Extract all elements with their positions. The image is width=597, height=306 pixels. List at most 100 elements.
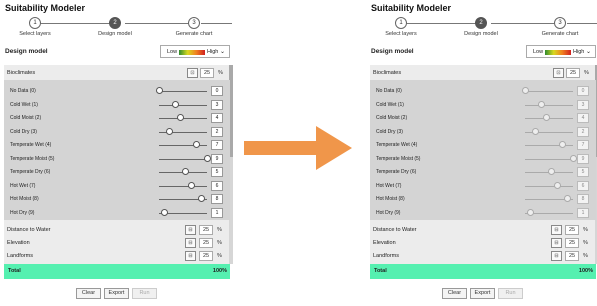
weight-slider-thumb[interactable] [155,87,163,94]
weight-value-input[interactable]: 8 [211,194,223,204]
weight-slider-track[interactable] [159,104,207,106]
weight-slider-thumb[interactable] [553,181,561,189]
step-design-model[interactable]: 2 Design model [80,17,150,37]
color-ramp-select[interactable]: Low High ⌄ [526,45,596,58]
subcriterion-row: Cold Moist (2) 4 [370,111,596,125]
weight-slider-thumb[interactable] [542,114,550,121]
weight-slider-thumb[interactable] [198,195,206,202]
subcriterion-label: No Data (0) [376,88,402,94]
subcriterion-row: No Data (0) 0 [4,84,230,98]
weight-value-input[interactable]: 8 [577,194,589,204]
weight-slider-thumb[interactable] [171,100,179,108]
weight-input[interactable]: 25 [199,225,213,235]
criterion-label: Elevation [7,240,30,246]
weight-slider-track[interactable] [159,158,207,160]
subcriterion-label: Temperate Wet (4) [10,142,52,148]
weight-value-input[interactable]: 6 [577,180,589,191]
weight-value-input[interactable]: 0 [577,86,589,96]
lock-icon[interactable]: ⊡ [553,68,564,78]
lock-icon[interactable]: ⊟ [551,238,562,248]
total-label: Total [8,268,21,274]
weight-input[interactable]: 25 [566,68,580,78]
weight-slider-track[interactable] [525,104,573,106]
step-generate-chart[interactable]: 3 Generate chart [159,17,229,37]
weight-input[interactable]: 25 [565,225,579,235]
subcriterion-row: Hot Wet (7) 6 [4,179,230,193]
export-button[interactable]: Export [104,288,129,299]
weight-slider-thumb[interactable] [203,154,211,162]
percent-unit: % [583,253,588,259]
weight-slider-track[interactable] [159,91,207,92]
weight-slider-thumb[interactable] [526,208,534,216]
subcriterion-label: Cold Dry (3) [10,128,37,135]
weight-value-input[interactable]: 7 [577,140,589,150]
step-generate-chart[interactable]: 3 Generate chart [525,17,595,37]
step-design-model[interactable]: 2 Design model [446,17,516,37]
percent-unit: % [584,70,589,76]
subcriterion-row: Temperate Wet (4) 7 [4,138,230,152]
step-number: 1 [29,17,41,29]
lock-icon[interactable]: ⊟ [551,251,562,261]
total-value: 100% [212,268,227,274]
color-ramp-select[interactable]: Low High ⌄ [160,45,230,58]
weight-slider-thumb[interactable] [166,127,174,135]
weight-slider-thumb[interactable] [564,195,572,202]
weight-slider-thumb[interactable] [182,168,190,175]
total-value: 100% [578,268,593,274]
weight-value-input[interactable]: 7 [211,140,223,150]
criterion-elevation: Elevation ⊟ 25 % [370,237,596,250]
run-button[interactable]: Run [132,288,157,299]
weight-input[interactable]: 25 [565,238,579,248]
weight-slider-thumb[interactable] [569,154,577,162]
weight-slider-thumb[interactable] [548,168,556,175]
weight-value-input[interactable]: 3 [577,99,589,110]
weight-value-input[interactable]: 4 [577,113,589,123]
weight-slider-thumb[interactable] [558,141,566,148]
weight-value-input[interactable]: 2 [577,126,589,137]
lock-icon[interactable]: ⊟ [551,225,562,235]
weight-slider-thumb[interactable] [192,141,200,148]
weight-value-input[interactable]: 2 [211,126,223,137]
weight-slider-thumb[interactable] [532,127,540,135]
weight-slider-track[interactable] [525,91,573,92]
clear-button[interactable]: Clear [76,288,101,299]
lock-icon[interactable]: ⊟ [185,225,196,235]
weight-slider-track[interactable] [159,185,207,187]
clear-button[interactable]: Clear [442,288,467,299]
weight-value-input[interactable]: 9 [577,153,589,164]
weight-value-input[interactable]: 3 [211,99,223,110]
legend-low-label: Low [533,49,544,55]
weight-slider-thumb[interactable] [537,100,545,108]
legend-high-label: High [573,49,585,55]
lock-icon[interactable]: ⊡ [187,68,198,78]
weight-slider-thumb[interactable] [160,208,168,216]
weight-value-input[interactable]: 1 [577,207,589,218]
weight-input[interactable]: 25 [565,251,579,261]
export-button[interactable]: Export [470,288,495,299]
design-title: Design model [371,48,414,55]
weight-value-input[interactable]: 1 [211,207,223,218]
weight-slider-thumb[interactable] [176,114,184,121]
step-select-layers[interactable]: 1 Select layers [0,17,70,37]
weight-input[interactable]: 25 [199,238,213,248]
lock-icon[interactable]: ⊟ [185,251,196,261]
weight-input[interactable]: 25 [199,251,213,261]
run-button[interactable]: Run [498,288,523,299]
lock-icon[interactable]: ⊟ [185,238,196,248]
subcriterion-row: Temperate Dry (6) 5 [4,165,230,179]
subcriterion-label: Temperate Dry (6) [10,169,51,175]
weight-slider-thumb[interactable] [521,87,529,94]
weight-input[interactable]: 25 [200,68,214,78]
weight-value-input[interactable]: 5 [577,167,589,177]
weight-value-input[interactable]: 0 [211,86,223,96]
weight-value-input[interactable]: 5 [211,167,223,177]
weight-slider-thumb[interactable] [187,181,195,189]
weight-value-input[interactable]: 4 [211,113,223,123]
weight-slider-track[interactable] [525,185,573,187]
weight-value-input[interactable]: 9 [211,153,223,164]
weight-value-input[interactable]: 6 [211,180,223,191]
subcriterion-label: Temperate Wet (4) [376,142,418,148]
subcriterion-row: Hot Dry (9) 1 [370,206,596,220]
step-select-layers[interactable]: 1 Select layers [366,17,436,37]
weight-slider-track[interactable] [525,158,573,160]
